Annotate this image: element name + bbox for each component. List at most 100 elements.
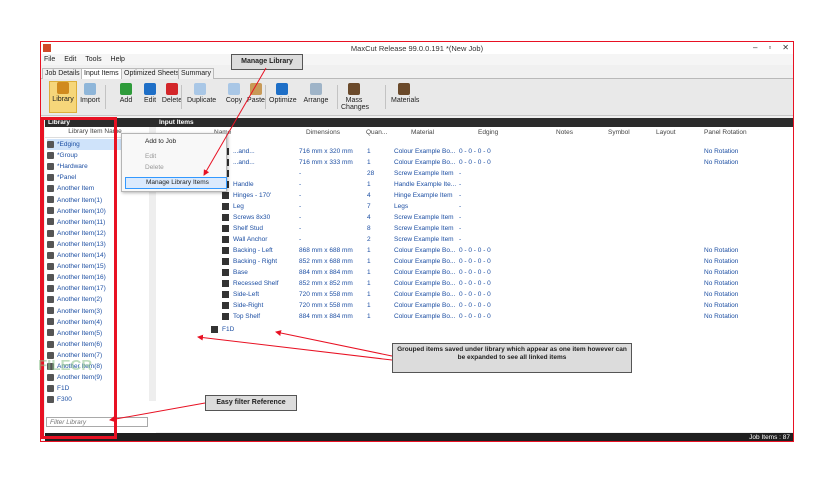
table-row[interactable]: Screws 8x30-4 Screw Example Item - <box>156 212 756 223</box>
item-icon <box>222 291 229 298</box>
toolbar-add-button[interactable]: Add <box>113 83 139 104</box>
cell-dimensions: - <box>299 192 302 199</box>
column-header[interactable]: Symbol <box>608 129 630 136</box>
callout-manage-library: Manage Library <box>231 54 303 70</box>
table-row[interactable]: Wall Anchor -2 Screw Example Item - <box>156 234 756 245</box>
toolbar-mass-changes-button[interactable]: Mass Changes <box>341 83 370 111</box>
toolbar-library-button[interactable]: Library <box>49 81 77 113</box>
cell-dimensions: - <box>299 203 302 210</box>
context-delete[interactable]: Delete <box>125 163 225 173</box>
cell-material: Colour Example Bo... <box>394 291 456 298</box>
toolbar-separator <box>265 85 266 109</box>
tab-optimized-sheets[interactable]: Optimized Sheets <box>121 68 183 79</box>
table-row[interactable]: Handle -1 Handle Example Ite... - <box>156 179 756 190</box>
duplicate-icon <box>194 83 206 95</box>
toolbar-arrange-button[interactable]: Arrange <box>303 83 329 104</box>
title-bar: MaxCut Release 99.0.0.191 *(New Job) – ▫… <box>41 42 793 54</box>
cell-dimensions: 852 mm x 852 mm <box>299 280 353 287</box>
cell-material: Colour Example Bo... <box>394 148 456 155</box>
table-row[interactable]: -28 Screw Example Item - <box>156 168 756 179</box>
table-row[interactable]: Recessed Shelf 852 mm x 852 mm 1 Colour Exa… <box>156 278 756 289</box>
cell-edging: - <box>459 181 462 188</box>
status-bar: Job Items : 87 <box>45 433 793 441</box>
column-header[interactable]: Material <box>411 129 434 136</box>
table-row[interactable]: Leg - 7 Legs - <box>156 201 756 212</box>
toolbar-separator <box>337 85 338 109</box>
toolbar-materials-button[interactable]: Materials <box>391 83 419 104</box>
cell-quantity: 1 <box>367 159 371 166</box>
watermark: FILECR <box>38 357 93 374</box>
table-row[interactable]: Backing - Left 868 mm x 688 mm 1 Colour Exa… <box>156 245 756 256</box>
cell-quantity: 1 <box>367 302 371 309</box>
minimize-button[interactable]: – <box>753 43 757 52</box>
cell-edging: - <box>459 214 462 221</box>
table-row[interactable]: Base 884 mm x 884 mm 1 Colour Example Bo...… <box>156 267 756 278</box>
materials-icon <box>398 83 410 95</box>
menu-edit[interactable]: Edit <box>64 54 76 65</box>
group-row[interactable]: F1D <box>156 324 756 335</box>
context-add-to-job[interactable]: Add to Job <box>125 137 225 147</box>
tab-job-details[interactable]: Job Details <box>42 68 83 79</box>
context-menu: Add to Job Edit Delete Manage Library It… <box>121 133 227 192</box>
context-edit[interactable]: Edit <box>125 152 225 162</box>
table-row[interactable]: Hinges - 170' -4 Hinge Example Item - <box>156 190 756 201</box>
paste-icon <box>250 83 262 95</box>
tab-input-items[interactable]: Input Items <box>81 68 122 79</box>
column-header[interactable]: Panel Rotation <box>704 129 747 136</box>
table-row[interactable]: ...and... 716 mm x 320 mm 1 Colour Example … <box>156 146 756 157</box>
toolbar-button-label: Optimize <box>269 97 297 104</box>
callout-grouped-items: Grouped items saved under library which … <box>392 343 632 373</box>
toolbar-duplicate-button[interactable]: Duplicate <box>187 83 216 104</box>
column-header[interactable]: Notes <box>556 129 573 136</box>
table-row[interactable]: Side-Left 720 mm x 558 mm 1 Colour Example … <box>156 289 756 300</box>
cell-edging: 0 - 0 - 0 - 0 <box>459 291 491 298</box>
cell-quantity: 8 <box>367 225 371 232</box>
cell-dimensions: - <box>299 225 302 232</box>
maximize-button[interactable]: ▫ <box>768 43 771 52</box>
menu-help[interactable]: Help <box>111 54 125 65</box>
toolbar-button-label: Paste <box>247 97 265 104</box>
cell-quantity: 7 <box>367 203 371 210</box>
toolbar-button-label: Import <box>80 97 100 104</box>
cell-material: Colour Example Bo... <box>394 302 456 309</box>
table-row[interactable]: Top Shelf 884 mm x 884 mm 1 Colour Example … <box>156 311 756 322</box>
group-row-label: F1D <box>222 326 235 333</box>
tab-summary[interactable]: Summary <box>178 68 214 79</box>
item-icon <box>222 247 229 254</box>
library-icon <box>57 82 69 94</box>
menu-file[interactable]: File <box>44 54 55 65</box>
context-manage-library-items[interactable]: Manage Library Items <box>125 177 227 189</box>
cell-edging: - <box>459 225 462 232</box>
column-header[interactable]: Layout <box>656 129 676 136</box>
cell-quantity: 1 <box>367 247 371 254</box>
table-row[interactable]: Side-Right 720 mm x 558 mm 1 Colour Example… <box>156 300 756 311</box>
item-icon <box>222 269 229 276</box>
library-highlight-box <box>41 117 117 439</box>
close-button[interactable]: ✕ <box>782 43 789 52</box>
toolbar-import-button[interactable]: Import <box>77 83 103 104</box>
cell-quantity: 4 <box>367 214 371 221</box>
item-icon <box>222 313 229 320</box>
cell-name: Backing - Right <box>233 258 278 265</box>
cell-edging: - <box>459 203 462 210</box>
cell-material: Handle Example Ite... <box>394 181 457 188</box>
menu-tools[interactable]: Tools <box>85 54 101 65</box>
column-header[interactable]: Dimensions <box>306 129 340 136</box>
callout-filter: Easy filter Reference <box>205 395 297 411</box>
cell-name: ...and... <box>233 159 255 166</box>
toolbar-optimize-button[interactable]: Optimize <box>269 83 297 104</box>
column-header[interactable]: Edging <box>478 129 498 136</box>
column-header[interactable]: Quan... <box>366 129 387 136</box>
cell-material: Colour Example Bo... <box>394 258 456 265</box>
tab-bar: Job Details Input Items Optimized Sheets… <box>41 66 793 79</box>
cell-name: Leg <box>233 203 244 210</box>
table-row[interactable]: Shelf Stud -8 Screw Example Item - <box>156 223 756 234</box>
toolbar-button-label: Mass Changes <box>341 97 370 111</box>
toolbar-separator <box>181 85 182 109</box>
cell-dimensions: - <box>299 236 302 243</box>
table-row[interactable]: Backing - Right 852 mm x 688 mm 1 Colour Ex… <box>156 256 756 267</box>
cell-rotation: No Rotation <box>704 291 739 298</box>
table-row[interactable]: ...and... 716 mm x 333 mm 1 Colour Example … <box>156 157 756 168</box>
copy-icon <box>228 83 240 95</box>
cell-material: Colour Example Bo... <box>394 159 456 166</box>
